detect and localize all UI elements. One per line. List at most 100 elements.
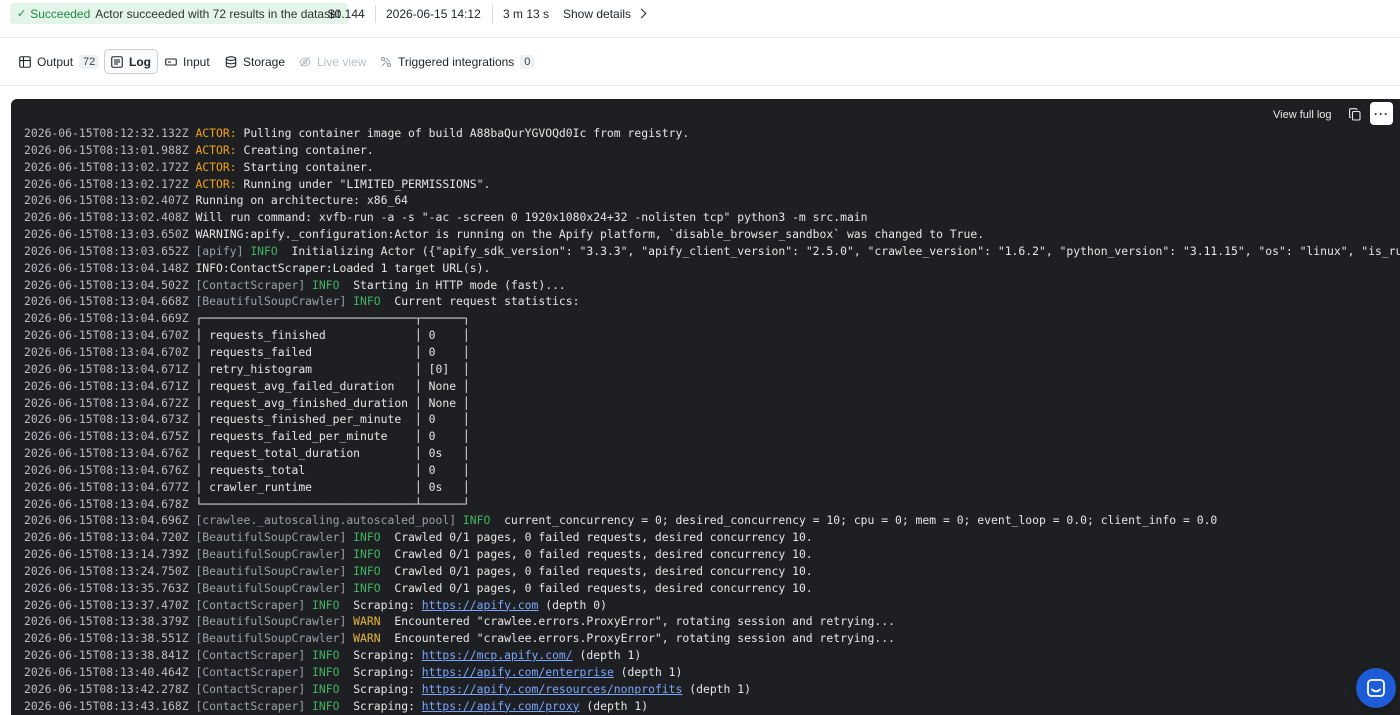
log-text: Running under "LIMITED_PERMISSIONS". [236, 176, 491, 191]
log-line: 2026-06-15T08:13:04.502Z [ContactScraper… [24, 277, 1400, 294]
log-line: 2026-06-15T08:13:04.676Z │ request_total… [24, 445, 1400, 462]
log-timestamp: 2026-06-15T08:13:04.672Z [24, 395, 189, 410]
log-timestamp: 2026-06-15T08:13:02.172Z [24, 176, 189, 191]
chat-button[interactable] [1356, 668, 1396, 708]
tab-live-view-label: Live view [317, 54, 367, 69]
log-src: [ContactScraper] [195, 665, 306, 679]
log-line: 2026-06-15T08:13:02.408Z Will run comman… [24, 209, 1400, 226]
tab-output[interactable]: Output 72 [13, 49, 105, 74]
log-timestamp: 2026-06-15T08:13:04.148Z [24, 260, 189, 275]
show-details-label: Show details [563, 6, 632, 21]
tab-triggered-integrations[interactable]: Triggered integrations 0 [374, 49, 540, 74]
status-message: Actor succeeded with 72 results in the d… [95, 6, 341, 21]
log-line: 2026-06-15T08:13:04.673Z │ requests_fini… [24, 411, 1400, 428]
log-text: │ crawler_runtime │ 0s │ [195, 479, 470, 494]
log-actor: ACTOR: [195, 142, 237, 157]
view-full-log-button[interactable]: View full log [1273, 106, 1332, 123]
log-link[interactable]: https://apify.com/proxy [422, 699, 580, 713]
log-timestamp: 2026-06-15T08:13:01.988Z [24, 142, 189, 157]
log-line: 2026-06-15T08:13:04.148Z INFO:ContactScr… [24, 260, 1400, 277]
show-details-button[interactable]: Show details [563, 0, 647, 27]
log-text: │ request_total_duration │ 0s │ [195, 446, 470, 461]
run-cost: $0.144 [328, 6, 365, 21]
log-timestamp: 2026-06-15T08:13:04.675Z [24, 429, 189, 444]
log-text: (depth 1) [613, 665, 683, 679]
integrations-icon [380, 56, 392, 67]
log-text: Starting in HTTP mode (fast)... [346, 277, 566, 292]
log-text: │ retry_histogram │ [0] │ [195, 361, 470, 376]
tab-storage[interactable]: Storage [219, 49, 291, 74]
log-line: 2026-06-15T08:13:02.172Z ACTOR: Running … [24, 176, 1400, 193]
log-info: INFO [456, 513, 498, 528]
log-src: [BeautifulSoupCrawler] [195, 547, 347, 562]
tab-output-count: 72 [79, 54, 100, 69]
log-info: INFO [305, 665, 347, 679]
log-link[interactable]: https://apify.com/enterprise [422, 665, 614, 679]
view-full-log-label: View full log [1273, 108, 1332, 121]
log-text: ┌───────────────────────────────┬──────┐ [195, 311, 470, 326]
log-link[interactable]: https://mcp.apify.com/ [422, 648, 573, 662]
log-text: current_concurrency = 0; desired_concurr… [497, 513, 1218, 528]
more-horizontal-icon: ··· [1374, 106, 1389, 121]
log-icon [111, 55, 123, 68]
log-line: 2026-06-15T08:13:14.739Z [BeautifulSoupC… [24, 546, 1400, 563]
log-text: Scraping: [346, 597, 422, 612]
tab-input[interactable]: Input [159, 49, 216, 74]
log-line: 2026-06-15T08:13:38.551Z [BeautifulSoupC… [24, 630, 1400, 647]
log-text: │ requests_total │ 0 │ [195, 462, 470, 477]
copy-log-button[interactable] [1347, 106, 1363, 123]
log-line: 2026-06-15T08:13:04.669Z ┌──────────────… [24, 310, 1400, 327]
log-timestamp: 2026-06-15T08:13:04.670Z [24, 328, 189, 343]
chevron-right-icon [636, 8, 647, 19]
log-timestamp: 2026-06-15T08:13:02.407Z [24, 193, 189, 208]
log-timestamp: 2026-06-15T08:13:04.671Z [24, 361, 189, 376]
more-options-button[interactable]: ··· [1370, 102, 1393, 125]
tab-triggered-integrations-label: Triggered integrations [398, 54, 515, 69]
log-line: 2026-06-15T08:13:04.678Z └──────────────… [24, 496, 1400, 513]
log-text: Starting container. [236, 159, 374, 174]
status-badge: ✓ Succeeded Actor succeeded with 72 resu… [10, 3, 349, 24]
log-line: 2026-06-15T08:13:04.677Z │ crawler_runti… [24, 479, 1400, 496]
log-info: INFO [305, 681, 347, 696]
log-link[interactable]: https://apify.com [422, 598, 539, 612]
tab-log-label: Log [129, 54, 151, 69]
log-src: [BeautifulSoupCrawler] [195, 614, 347, 629]
log-text: │ request_avg_failed_duration │ None │ [195, 378, 470, 393]
live-view-icon [299, 56, 311, 67]
log-line: 2026-06-15T08:13:03.650Z WARNING:apify._… [24, 226, 1400, 243]
log-info: INFO [346, 530, 388, 545]
tab-input-label: Input [183, 54, 210, 69]
log-line: 2026-06-15T08:13:04.671Z │ request_avg_f… [24, 378, 1400, 395]
log-text: Pulling container image of build A88baQu… [236, 126, 690, 140]
log-text: Will run command: xvfb-run -a -s "-ac -s… [195, 210, 868, 225]
log-text: (depth 1) [682, 681, 751, 696]
run-tabs: Output 72 Log Input Storage Live view Tr… [0, 39, 1400, 86]
log-src: [BeautifulSoupCrawler] [195, 580, 347, 595]
tab-output-label: Output [37, 54, 74, 69]
log-line: 2026-06-15T08:13:37.470Z [ContactScraper… [24, 597, 1400, 614]
tab-log[interactable]: Log [104, 49, 158, 74]
log-line: 2026-06-15T08:13:03.652Z [apify] INFO In… [24, 243, 1400, 260]
log-timestamp: 2026-06-15T08:13:38.551Z [24, 631, 189, 646]
tab-triggered-integrations-count: 0 [520, 54, 535, 69]
log-src: [ContactScraper] [195, 681, 306, 696]
log-text: │ requests_failed │ 0 │ [195, 344, 470, 359]
log-actor: ACTOR: [195, 159, 237, 174]
divider [492, 5, 493, 23]
log-timestamp: 2026-06-15T08:13:04.676Z [24, 446, 189, 461]
log-actor: ACTOR: [195, 126, 237, 140]
log-src: [apify] [195, 243, 244, 258]
log-line: 2026-06-15T08:13:42.278Z [ContactScraper… [24, 681, 1400, 698]
log-info: INFO [243, 243, 285, 258]
log-line: 2026-06-15T08:13:35.763Z [BeautifulSoupC… [24, 580, 1400, 597]
log-line: 2026-06-15T08:13:02.172Z ACTOR: Starting… [24, 159, 1400, 176]
log-text: Crawled 0/1 pages, 0 failed requests, de… [387, 580, 813, 595]
status-label: Succeeded [30, 6, 91, 21]
chat-icon [1367, 679, 1385, 697]
log-text: │ requests_finished_per_minute │ 0 │ [195, 412, 470, 427]
log-text: Creating container. [236, 142, 374, 157]
log-text: (depth 1) [572, 648, 642, 663]
log-timestamp: 2026-06-15T08:12:32.132Z [24, 126, 189, 140]
run-started: 2026-06-15 14:12 [386, 6, 481, 21]
log-link[interactable]: https://apify.com/resources/nonprofits [422, 682, 683, 696]
